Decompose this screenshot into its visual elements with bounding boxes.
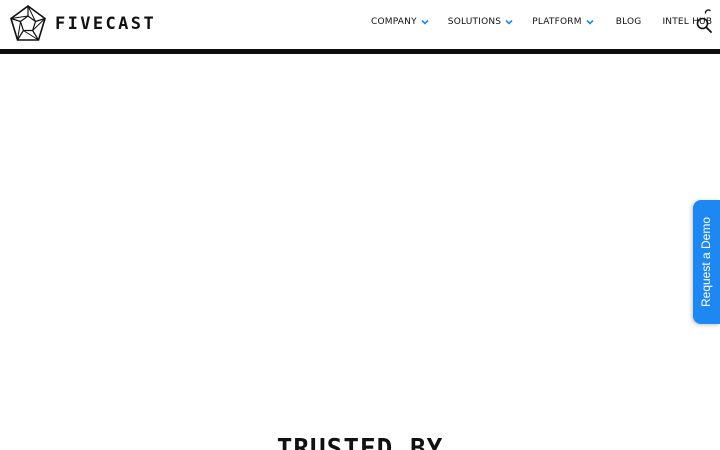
logo-text: FIVECAST: [55, 14, 157, 34]
request-demo-button[interactable]: Request a Demo: [693, 200, 720, 324]
trusted-by-heading: TRUSTED BY: [276, 434, 444, 450]
nav-item-label: PLATFORM: [532, 17, 582, 27]
logo-icon: [10, 5, 46, 41]
main-nav: COMPANY SOLUTIONS PLATFORM BLOG INTEL HU…: [371, 17, 712, 27]
chevron-down-icon: [505, 19, 513, 25]
logo-link[interactable]: FIVECAST: [9, 5, 156, 43]
header-divider: [0, 49, 720, 54]
nav-item-label: COMPANY: [371, 17, 417, 27]
search-icon[interactable]: [696, 17, 712, 33]
nav-item-blog[interactable]: BLOG: [616, 17, 642, 27]
chevron-down-icon: [586, 19, 594, 25]
chevron-down-icon: [421, 19, 429, 25]
nav-item-company[interactable]: COMPANY: [371, 17, 429, 27]
nav-item-label: BLOG: [615, 17, 642, 27]
site-header: FIVECAST COMPANY SOLUTIONS PLATFORM BLOG…: [0, 0, 720, 50]
nav-item-platform[interactable]: PLATFORM: [532, 17, 594, 27]
request-demo-label: Request a Demo: [699, 216, 714, 308]
loading-spinner-icon: [704, 9, 711, 14]
nav-item-solutions[interactable]: SOLUTIONS: [448, 17, 513, 27]
nav-item-label: SOLUTIONS: [447, 17, 502, 27]
